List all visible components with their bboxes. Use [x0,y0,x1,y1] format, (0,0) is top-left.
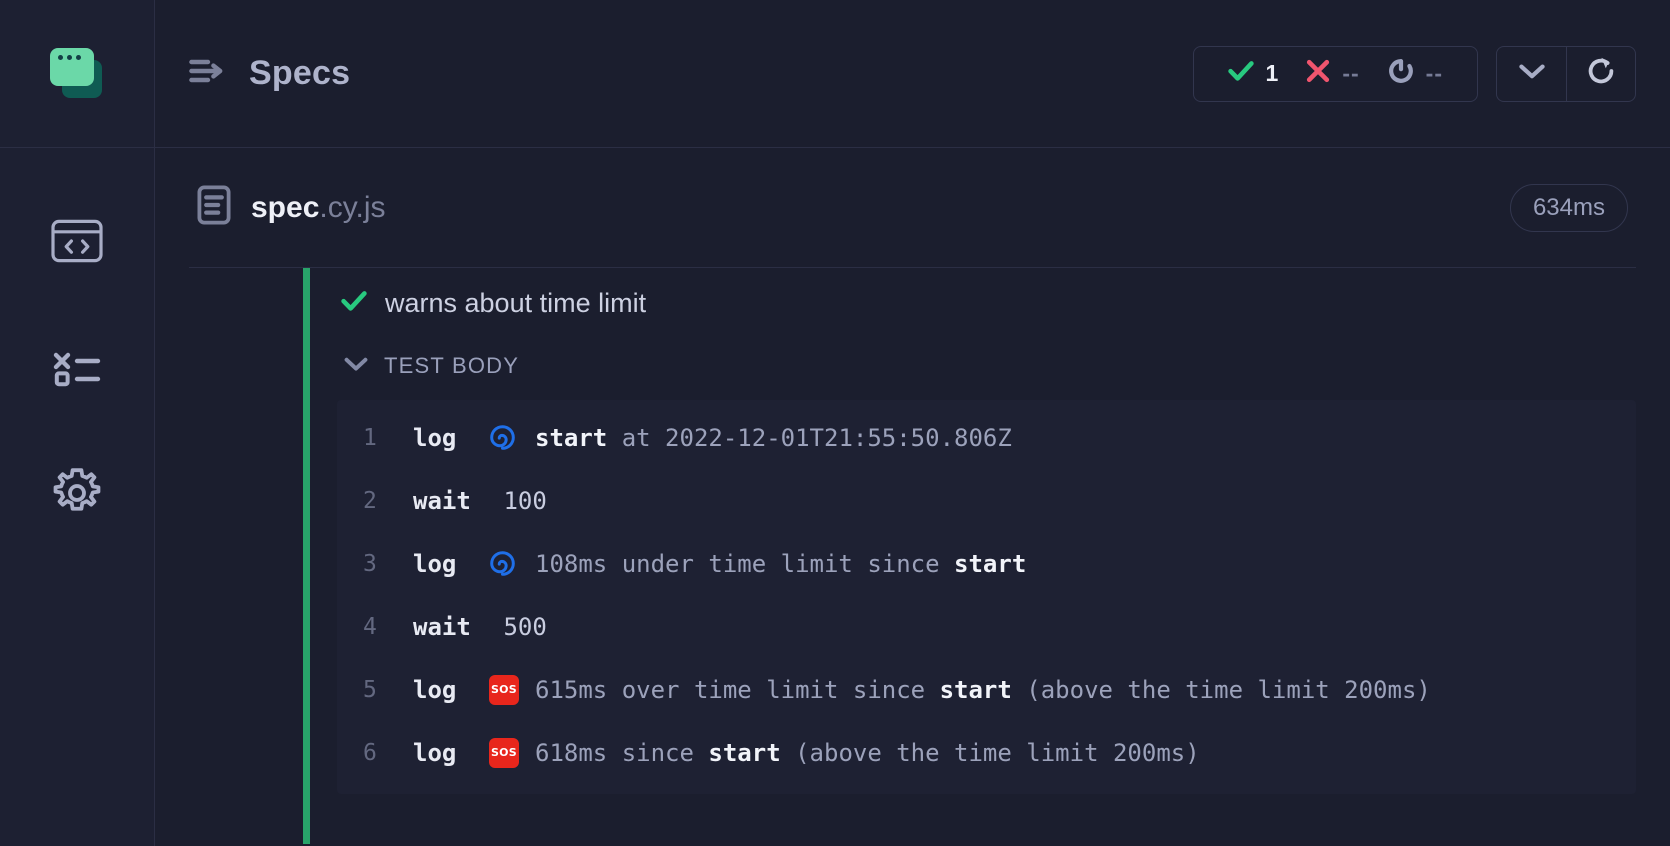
command-name: log [413,675,457,704]
command-message: 618ms since start (above the time limit … [535,739,1200,767]
command-log-row[interactable]: 5 log SOS 615ms over time limit since start… [337,658,1636,721]
command-message: 108ms under time limit since start [535,550,1026,578]
command-log-row[interactable]: 6 log SOS 618ms since start (above the time… [337,721,1636,784]
main-panel: Specs 1 -- -- spec.cy.js 634ms warns abo… [155,0,1670,846]
test-results-list-icon [52,347,102,387]
test-body-label: TEST BODY [384,353,520,378]
top-bar-actions: 1 -- -- [1192,45,1636,102]
command-name: log [413,738,457,767]
page-title: Specs [249,54,351,92]
chevron-down-icon [343,355,369,378]
command-message-emphasis: start [954,549,1027,578]
command-message-text: 500 [489,612,547,641]
test-body-toggle[interactable]: TEST BODY [337,338,1636,394]
app-root: Specs 1 -- -- spec.cy.js 634ms warns abo… [0,0,1670,846]
command-message-text: at [607,423,666,452]
command-message: 500 [489,612,547,641]
x-icon [1306,59,1330,88]
circle-arrow-icon [1388,58,1414,89]
stat-pending: -- [1374,58,1457,89]
stat-failed-value: -- [1342,60,1360,86]
stat-pending-value: -- [1425,60,1443,86]
command-message-emphasis: start [939,675,1012,704]
command-name: log [413,549,457,578]
spec-base-name: spec [251,190,320,224]
reload-button[interactable] [1566,45,1636,102]
sidebar-item-specs[interactable] [0,178,154,304]
command-number: 4 [363,613,377,640]
spec-file-name: spec.cy.js [251,191,386,225]
spec-duration-badge: 634ms [1509,183,1628,232]
command-message: 615ms over time limit since start (above… [535,676,1431,704]
command-message-text: 618ms since [535,738,709,767]
spec-extension: .cy.js [319,190,386,224]
stat-passed: 1 [1214,60,1293,87]
command-message-text: 108ms under time limit since [535,549,955,578]
test-block: warns about time limit TEST BODY 1 log sta… [303,268,1670,844]
command-message-text: (above the time limit 200ms) [1011,675,1431,704]
test-stats-summary: 1 -- -- [1192,45,1478,102]
stat-passed-value: 1 [1265,60,1279,86]
sos-emoji-icon: SOS [489,737,535,768]
command-name: wait [413,486,471,515]
command-number: 6 [363,739,377,766]
command-number: 5 [363,676,377,703]
command-log-row[interactable]: 4 wait 500 [337,595,1636,658]
spiral-emoji-icon [489,550,535,577]
command-message-emphasis: start [535,423,608,452]
sidebar-item-settings[interactable] [0,430,154,556]
command-log-row[interactable]: 3 log 108ms under time limit since start [337,532,1636,595]
sidebar-nav-list [0,148,154,556]
brand-logo[interactable] [0,0,154,148]
test-title-row[interactable]: warns about time limit [337,268,1636,338]
command-message-emphasis: start [708,738,781,767]
command-name: log [413,423,457,452]
stat-failed: -- [1292,59,1373,88]
sos-emoji-icon: SOS [489,674,535,705]
command-message-text: 100 [489,486,547,515]
command-name: wait [413,612,471,641]
command-number: 1 [363,424,377,451]
command-log-row[interactable]: 2 wait 100 [337,469,1636,532]
page-title-group: Specs [189,54,350,93]
chevron-down-icon [1517,61,1547,86]
test-title: warns about time limit [385,287,647,318]
spec-file-header[interactable]: spec.cy.js 634ms [189,148,1636,268]
gear-icon [51,467,103,519]
spiral-emoji-icon [489,424,535,451]
command-message-text: (above the time limit 200ms) [780,738,1200,767]
command-message: start at 2022-12-01T21:55:50.806Z [535,424,1012,452]
run-controls [1496,45,1636,102]
sidebar-item-runs[interactable] [0,304,154,430]
reload-icon [1585,55,1617,92]
top-bar: Specs 1 -- -- [155,0,1670,148]
test-status-accent-bar [303,268,310,844]
command-message-text: 2022-12-01T21:55:50.806Z [665,423,1012,452]
file-document-icon [197,185,231,230]
left-sidebar [0,0,155,846]
command-number: 2 [363,487,377,514]
menu-arrow-icon[interactable] [189,56,229,91]
command-number: 3 [363,550,377,577]
command-log-list: 1 log start at 2022-12-01T21:55:50.806Z 2 wa… [337,400,1636,794]
cypress-logo-icon [50,47,104,100]
check-icon [1227,60,1254,87]
expand-dropdown-button[interactable] [1496,45,1566,102]
check-icon [341,290,367,316]
code-window-icon [51,219,103,263]
command-message: 100 [489,486,547,515]
command-message-text: 615ms over time limit since [535,675,940,704]
command-log-row[interactable]: 1 log start at 2022-12-01T21:55:50.806Z [337,406,1636,469]
